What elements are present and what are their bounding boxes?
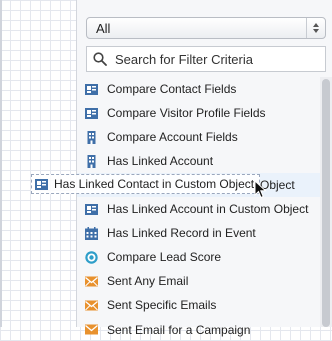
filter-category-select[interactable]: All	[86, 17, 326, 39]
list-item[interactable]: Sent Any Email	[77, 269, 320, 293]
list-item[interactable]: Sent Specific Emails	[77, 293, 320, 317]
list-item-label: Sent Email for a Campaign	[107, 323, 251, 337]
list-item-label: Compare Account Fields	[107, 130, 238, 144]
list-item-label: Compare Lead Score	[107, 250, 222, 264]
list-item-label: Has Linked Record in Event	[107, 226, 256, 240]
search-box[interactable]	[86, 46, 326, 72]
list-item-label: Compare Visitor Profile Fields	[107, 106, 266, 120]
list-item[interactable]: Has Linked Record in Event	[77, 221, 320, 245]
list-item-label: Sent Any Email	[107, 274, 189, 288]
search-input[interactable]	[115, 51, 315, 67]
dragged-filter-item[interactable]: Has Linked Contact in Custom Object	[31, 174, 260, 194]
list-item-label: Sent Specific Emails	[107, 298, 217, 312]
building-icon	[85, 130, 98, 144]
list-item[interactable]: Sent Email for a Campaign	[77, 317, 320, 341]
list-item[interactable]: Compare Visitor Profile Fields	[77, 101, 320, 125]
email-icon	[85, 323, 98, 336]
list-item[interactable]: Has Linked Account in Custom Object	[77, 197, 320, 221]
mouse-pointer-icon	[254, 180, 267, 199]
list-scrollbar[interactable]	[320, 77, 332, 327]
list-item-label: Has Linked Account in Custom Object	[107, 202, 309, 216]
dragged-item-label: Has Linked Contact in Custom Object	[54, 177, 255, 191]
criteria-list: Compare Contact Fields Compare Visitor P…	[77, 77, 320, 341]
list-item[interactable]: Has Linked Account	[77, 149, 320, 173]
email-icon	[85, 299, 98, 312]
search-icon	[93, 52, 107, 66]
filter-category-value: All	[96, 20, 111, 36]
target-icon	[85, 250, 98, 264]
list-item[interactable]: Compare Lead Score	[77, 245, 320, 269]
building-icon	[85, 154, 98, 168]
contact-card-icon	[85, 203, 98, 216]
list-item-label: Has Linked Account	[107, 154, 214, 168]
filter-criteria-panel: All Compare Contact Fields Compare Visit…	[76, 0, 332, 337]
list-item-label: Compare Contact Fields	[107, 82, 237, 96]
canvas-edge	[0, 0, 2, 327]
calendar-icon	[85, 226, 98, 240]
contact-card-icon	[35, 178, 48, 191]
select-updown-arrows-icon[interactable]	[306, 18, 325, 38]
list-item[interactable]: Compare Contact Fields	[77, 77, 320, 101]
list-item[interactable]: Compare Account Fields	[77, 125, 320, 149]
email-icon	[85, 275, 98, 288]
contact-card-icon	[85, 83, 98, 96]
scrollbar-thumb[interactable]	[322, 79, 330, 327]
contact-card-icon	[85, 107, 98, 120]
